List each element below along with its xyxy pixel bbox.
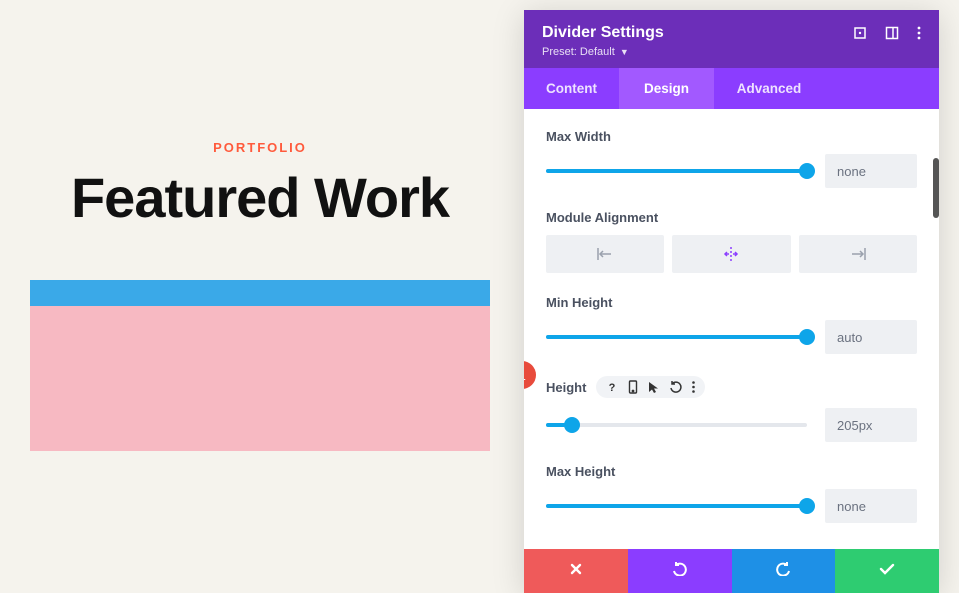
hover-icon[interactable] — [648, 381, 659, 394]
max-height-slider[interactable] — [546, 504, 807, 508]
field-height: Height ? 205px — [546, 376, 917, 442]
panel-header: Divider Settings Preset: Default ▼ — [524, 10, 939, 68]
reset-icon[interactable] — [669, 381, 682, 394]
redo-button[interactable] — [732, 549, 836, 593]
height-label: Height — [546, 380, 586, 395]
align-left-button[interactable] — [546, 235, 664, 273]
max-height-input[interactable]: none — [825, 489, 917, 523]
expand-icon[interactable] — [853, 26, 867, 40]
undo-button[interactable] — [628, 549, 732, 593]
caret-down-icon: ▼ — [620, 47, 629, 57]
max-width-slider[interactable] — [546, 169, 807, 173]
confirm-button[interactable] — [835, 549, 939, 593]
height-input[interactable]: 205px — [825, 408, 917, 442]
panel-header-icons — [853, 26, 921, 40]
preset-label: Preset: — [542, 46, 577, 58]
height-slider[interactable] — [546, 423, 807, 427]
more-vert-icon[interactable] — [692, 381, 695, 393]
field-max-width: Max Width none — [546, 129, 917, 188]
layout-icon[interactable] — [885, 26, 899, 40]
svg-text:?: ? — [609, 382, 616, 393]
page-canvas: PORTFOLIO Featured Work — [0, 0, 520, 565]
min-height-input[interactable]: auto — [825, 320, 917, 354]
preset-row[interactable]: Preset: Default ▼ — [542, 46, 921, 58]
featured-heading: Featured Work — [30, 165, 490, 230]
help-icon[interactable]: ? — [606, 381, 618, 393]
tab-advanced[interactable]: Advanced — [714, 68, 824, 109]
preset-value: Default — [580, 46, 615, 58]
align-left-icon — [596, 247, 614, 261]
close-icon — [569, 562, 583, 581]
align-center-button[interactable] — [672, 235, 790, 273]
annotation-badge-1: 1 — [524, 361, 536, 389]
align-center-icon — [722, 247, 740, 261]
height-tools: ? — [596, 376, 705, 398]
divider-pink-block — [30, 306, 490, 451]
panel-footer — [524, 549, 939, 593]
min-height-label: Min Height — [546, 295, 612, 310]
divider-preview[interactable] — [30, 280, 490, 451]
undo-icon — [671, 562, 689, 581]
responsive-icon[interactable] — [628, 380, 638, 394]
tab-design[interactable]: Design — [619, 68, 714, 109]
scrollbar[interactable] — [933, 158, 939, 218]
field-min-height: Min Height auto — [546, 295, 917, 354]
align-right-icon — [849, 247, 867, 261]
cancel-button[interactable] — [524, 549, 628, 593]
tab-content[interactable]: Content — [524, 68, 619, 109]
min-height-slider[interactable] — [546, 335, 807, 339]
panel-title: Divider Settings — [542, 24, 664, 42]
portfolio-label: PORTFOLIO — [30, 140, 490, 155]
panel-body: 1 Max Width none Module Alignment — [524, 109, 939, 549]
align-right-button[interactable] — [799, 235, 917, 273]
settings-panel: Divider Settings Preset: Default ▼ Conte… — [524, 10, 939, 593]
field-max-height: Max Height none — [546, 464, 917, 523]
field-module-alignment: Module Alignment — [546, 210, 917, 273]
more-icon[interactable] — [917, 26, 921, 40]
max-width-label: Max Width — [546, 129, 611, 144]
max-width-input[interactable]: none — [825, 154, 917, 188]
tabs: Content Design Advanced — [524, 68, 939, 109]
redo-icon — [774, 562, 792, 581]
module-alignment-label: Module Alignment — [546, 210, 658, 225]
max-height-label: Max Height — [546, 464, 615, 479]
divider-blue-bar — [30, 280, 490, 306]
